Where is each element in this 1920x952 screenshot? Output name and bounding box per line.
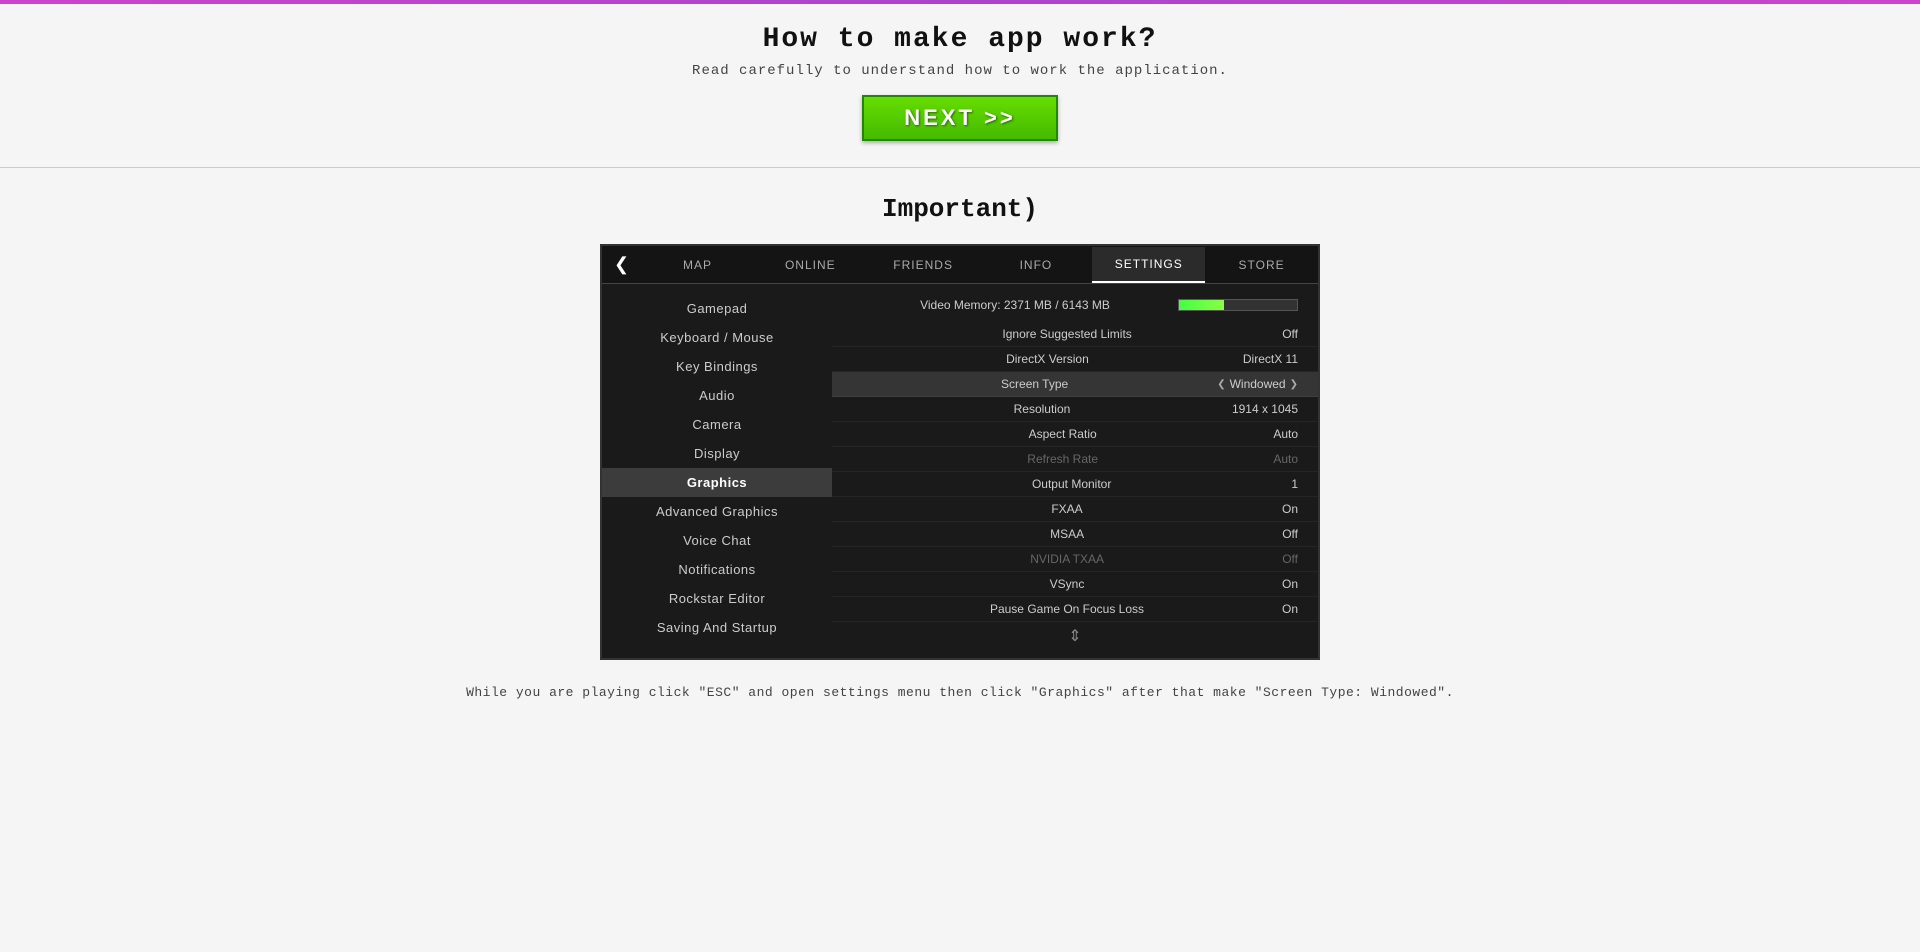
settings-row-msaa[interactable]: MSAA Off <box>832 522 1318 547</box>
settings-value-resolution: 1914 x 1045 <box>1232 402 1298 416</box>
settings-value-ignore-limits: Off <box>1282 327 1298 341</box>
screen-type-value: Windowed <box>1230 377 1286 391</box>
settings-row-output-monitor[interactable]: Output Monitor 1 <box>832 472 1318 497</box>
settings-row-vsync[interactable]: VSync On <box>832 572 1318 597</box>
nav-store[interactable]: STORE <box>1205 248 1318 282</box>
instruction-text: While you are playing click "ESC" and op… <box>0 685 1920 700</box>
sidebar-rockstar-editor[interactable]: Rockstar Editor <box>602 584 832 613</box>
game-settings-panel: Video Memory: 2371 MB / 6143 MB Ignore S… <box>832 284 1318 658</box>
sidebar-voice-chat[interactable]: Voice Chat <box>602 526 832 555</box>
settings-label-msaa: MSAA <box>852 527 1282 541</box>
game-screenshot: ❮ MAP ONLINE FRIENDS INFO SETTINGS STORE… <box>600 244 1320 660</box>
sidebar-camera[interactable]: Camera <box>602 410 832 439</box>
settings-row-refresh-rate: Refresh Rate Auto <box>832 447 1318 472</box>
vmem-bar-fill <box>1179 300 1224 310</box>
settings-value-aspect-ratio: Auto <box>1273 427 1298 441</box>
scroll-indicator: ⇕ <box>832 622 1318 650</box>
vmem-bar <box>1178 299 1298 311</box>
sidebar-key-bindings[interactable]: Key Bindings <box>602 352 832 381</box>
page-subtitle: Read carefully to understand how to work… <box>0 63 1920 79</box>
sidebar-audio[interactable]: Audio <box>602 381 832 410</box>
sidebar-notifications[interactable]: Notifications <box>602 555 832 584</box>
settings-label-refresh-rate: Refresh Rate <box>852 452 1273 466</box>
game-sidebar: Gamepad Keyboard / Mouse Key Bindings Au… <box>602 284 832 658</box>
settings-row-pause-game[interactable]: Pause Game On Focus Loss On <box>832 597 1318 622</box>
arrow-left-icon[interactable]: ❮ <box>1217 379 1225 390</box>
important-title: Important) <box>0 194 1920 224</box>
settings-label-directx: DirectX Version <box>852 352 1243 366</box>
sidebar-graphics[interactable]: Graphics <box>602 468 832 497</box>
settings-value-output-monitor: 1 <box>1291 477 1298 491</box>
settings-label-screen-type: Screen Type <box>852 377 1217 391</box>
sidebar-gamepad[interactable]: Gamepad <box>602 294 832 323</box>
settings-value-vsync: On <box>1282 577 1298 591</box>
nav-friends[interactable]: FRIENDS <box>867 248 980 282</box>
page-title: How to make app work? <box>0 24 1920 55</box>
settings-value-nvidia-txaa: Off <box>1282 552 1298 566</box>
settings-value-pause-game: On <box>1282 602 1298 616</box>
settings-label-nvidia-txaa: NVIDIA TXAA <box>852 552 1282 566</box>
vmem-row: Video Memory: 2371 MB / 6143 MB <box>832 292 1318 318</box>
settings-row-screen-type[interactable]: Screen Type ❮ Windowed ❯ <box>832 372 1318 397</box>
game-content: Gamepad Keyboard / Mouse Key Bindings Au… <box>602 284 1318 658</box>
sidebar-keyboard-mouse[interactable]: Keyboard / Mouse <box>602 323 832 352</box>
settings-value-msaa: Off <box>1282 527 1298 541</box>
settings-value-directx: DirectX 11 <box>1243 352 1298 366</box>
settings-row-fxaa[interactable]: FXAA On <box>832 497 1318 522</box>
settings-row-nvidia-txaa: NVIDIA TXAA Off <box>832 547 1318 572</box>
sidebar-saving-startup[interactable]: Saving And Startup <box>602 613 832 642</box>
settings-label-ignore-limits: Ignore Suggested Limits <box>852 327 1282 341</box>
next-button[interactable]: NEXT >> <box>862 95 1057 141</box>
header-section: How to make app work? Read carefully to … <box>0 4 1920 151</box>
settings-value-screen-type: ❮ Windowed ❯ <box>1217 377 1298 391</box>
nav-info[interactable]: INFO <box>980 248 1093 282</box>
nav-settings[interactable]: SETTINGS <box>1092 247 1205 283</box>
settings-value-refresh-rate: Auto <box>1273 452 1298 466</box>
nav-map[interactable]: MAP <box>641 248 754 282</box>
section-divider <box>0 167 1920 168</box>
settings-value-fxaa: On <box>1282 502 1298 516</box>
settings-label-fxaa: FXAA <box>852 502 1282 516</box>
sidebar-advanced-graphics[interactable]: Advanced Graphics <box>602 497 832 526</box>
settings-row-ignore-limits[interactable]: Ignore Suggested Limits Off <box>832 322 1318 347</box>
nav-online[interactable]: ONLINE <box>754 248 867 282</box>
settings-row-resolution[interactable]: Resolution 1914 x 1045 <box>832 397 1318 422</box>
settings-label-resolution: Resolution <box>852 402 1232 416</box>
vmem-label: Video Memory: 2371 MB / 6143 MB <box>852 298 1178 312</box>
settings-label-pause-game: Pause Game On Focus Loss <box>852 602 1282 616</box>
settings-row-directx[interactable]: DirectX Version DirectX 11 <box>832 347 1318 372</box>
settings-label-aspect-ratio: Aspect Ratio <box>852 427 1273 441</box>
content-section: Important) ❮ MAP ONLINE FRIENDS INFO SET… <box>0 184 1920 720</box>
settings-label-vsync: VSync <box>852 577 1282 591</box>
arrow-right-icon[interactable]: ❯ <box>1290 379 1298 390</box>
settings-label-output-monitor: Output Monitor <box>852 477 1291 491</box>
settings-row-aspect-ratio[interactable]: Aspect Ratio Auto <box>832 422 1318 447</box>
sidebar-display[interactable]: Display <box>602 439 832 468</box>
game-nav: ❮ MAP ONLINE FRIENDS INFO SETTINGS STORE <box>602 246 1318 284</box>
nav-back-button[interactable]: ❮ <box>602 246 641 283</box>
